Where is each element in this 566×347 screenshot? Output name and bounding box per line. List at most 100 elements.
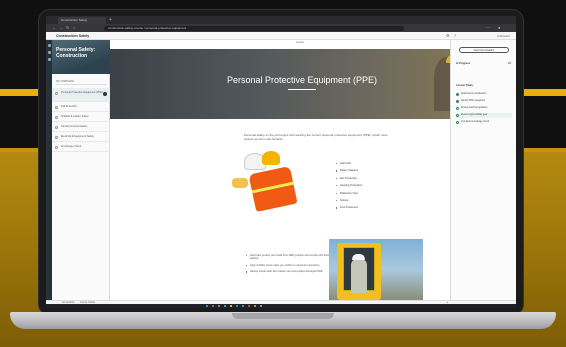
rail-menu-icon[interactable] [47, 44, 51, 47]
sidebar-lesson-item[interactable]: Personal Protective Equipment (PPE) [52, 88, 110, 102]
ppe-list-item: Foot Protection [336, 206, 362, 213]
os-taskbar [46, 304, 516, 308]
task-check-icon [456, 107, 459, 110]
app-icon[interactable] [260, 304, 263, 308]
sidebar-lesson-item[interactable]: Knowledge Check [52, 142, 110, 152]
profile-icon[interactable]: ● [498, 24, 500, 32]
lesson-intro-text: Personal safety on the job begins with w… [244, 133, 388, 142]
app-icon[interactable] [248, 304, 251, 308]
task-check-icon [456, 100, 459, 103]
tasks-section-title: Lesson Tasks [456, 84, 473, 87]
new-conversation-button[interactable]: New Conversation [459, 47, 509, 53]
progress-bar [56, 84, 106, 85]
lesson-status-icon [55, 91, 58, 95]
lesson-top-label: Lesson [296, 41, 305, 44]
file-explorer-icon[interactable] [230, 304, 233, 308]
task-label: Complete knowledge check [461, 121, 490, 123]
reload-icon[interactable]: ↻ [66, 24, 69, 32]
lesson-content: Lesson Personal Protective Equipment (PP… [110, 40, 494, 300]
guidance-list-item: Hard hats protect your head from falling… [246, 254, 330, 261]
task-item[interactable]: Review hard hat guidance [456, 106, 512, 111]
search-icon[interactable] [212, 304, 215, 308]
browser-tab-bar: Construction Safety + [46, 16, 516, 24]
lesson-item-label: Electrical & Equipment Safety [61, 135, 94, 138]
guidance-list-item: High-visibility vests make you visible t… [246, 264, 330, 267]
vest-illustration [248, 166, 298, 212]
lesson-status-icon [55, 135, 58, 139]
course-title: Personal Safety: Construction [56, 47, 96, 59]
help-icon[interactable]: ? [454, 32, 456, 40]
sidebar-lesson-item[interactable]: Scaffold & Ladder Safety [52, 112, 110, 122]
operator-hard-hat [352, 254, 365, 260]
task-check-icon [456, 114, 459, 117]
settings-gear-icon[interactable]: ⚙ [446, 32, 450, 40]
lesson-item-label: Personal Protective Equipment (PPE) [61, 91, 103, 94]
laptop-screen: Construction Safety + ← → ↻ ⌂ constructi… [46, 16, 516, 308]
laptop-lid-notch [232, 313, 334, 319]
progress-section-title: In Progress [456, 62, 471, 65]
title-underline [288, 89, 316, 90]
lesson-item-label: Scaffold & Ladder Safety [61, 115, 89, 118]
app-icon[interactable] [254, 304, 257, 308]
lesson-list: Personal Protective Equipment (PPE) Fall … [52, 88, 110, 152]
excavator-operator-image [329, 239, 423, 300]
app-title: Construction Safety [56, 34, 90, 38]
mail-icon[interactable] [236, 304, 239, 308]
assistant-panel: New Conversation In Progress 1/6 Lesson … [450, 40, 516, 300]
lesson-item-label: Fall Protection [61, 105, 77, 108]
course-hero: Personal Safety: Construction [52, 40, 110, 74]
url-field[interactable]: construction-safety-course / personal-pr… [104, 25, 404, 31]
task-item[interactable]: Read lesson introduction [456, 92, 512, 97]
lesson-title: Personal Protective Equipment (PPE) [226, 75, 378, 85]
sidebar-lesson-item[interactable]: Hazard Communication [52, 122, 110, 132]
gloves-illustration [232, 178, 248, 188]
edge-browser-icon[interactable] [224, 304, 227, 308]
rail-bookmark-icon[interactable] [47, 58, 51, 61]
ppe-item-list: Hard Hat Safety Glasses Ear Protection Hear… [336, 162, 362, 214]
task-item[interactable]: Review high-visibility gear [456, 113, 512, 118]
progress-count: 1/6 [507, 62, 511, 65]
user-menu[interactable]: Instructor [497, 32, 510, 40]
task-check-icon [456, 121, 459, 124]
task-item[interactable]: Complete knowledge check [456, 120, 512, 125]
yellow-helmet-illustration [262, 151, 280, 165]
rail-search-icon[interactable] [47, 51, 51, 54]
lesson-hero-banner: Personal Protective Equipment (PPE) [110, 49, 494, 119]
ppe-guidance-list: Hard hats protect your head from falling… [246, 254, 330, 277]
task-check-icon [456, 93, 459, 96]
lesson-status-icon [55, 145, 58, 149]
store-icon[interactable] [242, 304, 245, 308]
progress-label: 0% COMPLETE [56, 80, 75, 83]
lesson-status-icon [55, 115, 58, 119]
new-tab-button[interactable]: + [109, 16, 112, 24]
browser-tab[interactable]: Construction Safety [58, 17, 106, 24]
sidebar-lesson-item[interactable]: Fall Protection [52, 102, 110, 112]
task-label: Review high-visibility gear [461, 114, 488, 116]
lesson-status-icon [55, 105, 58, 109]
task-item[interactable]: Identify PPE categories [456, 99, 512, 104]
sidebar-lesson-item[interactable]: Electrical & Equipment Safety [52, 132, 110, 142]
guidance-list-item: Always check each item before use and re… [246, 270, 330, 273]
course-sidebar: Personal Safety: Construction 0% COMPLET… [52, 40, 110, 300]
app-header: Construction Safety ⚙ ? Instructor [46, 32, 516, 40]
task-label: Read lesson introduction [461, 93, 487, 95]
lesson-toolbar: Lesson [110, 40, 494, 49]
extensions-icon[interactable]: ⋯ [486, 24, 490, 32]
task-view-icon[interactable] [218, 304, 221, 308]
task-label: Identify PPE categories [461, 100, 485, 102]
back-arrow-icon[interactable]: ← [52, 24, 56, 32]
ppe-list-item: Reflective Vest [336, 192, 362, 199]
start-icon[interactable] [206, 304, 209, 308]
operator-figure [351, 259, 367, 293]
ppe-list-item: Safety Glasses [336, 169, 362, 176]
forward-arrow-icon[interactable]: → [59, 24, 63, 32]
current-lesson-icon [103, 92, 107, 96]
ppe-list-item: Hearing Protection [336, 184, 362, 191]
lesson-status-icon [55, 125, 58, 129]
lesson-item-label: Knowledge Check [61, 145, 82, 148]
ppe-equipment-image [228, 148, 302, 214]
browser-address-bar: ← → ↻ ⌂ construction-safety-course / per… [46, 24, 516, 32]
home-icon[interactable]: ⌂ [73, 24, 75, 32]
task-label: Review hard hat guidance [461, 107, 488, 109]
lesson-item-label: Hazard Communication [61, 125, 88, 128]
